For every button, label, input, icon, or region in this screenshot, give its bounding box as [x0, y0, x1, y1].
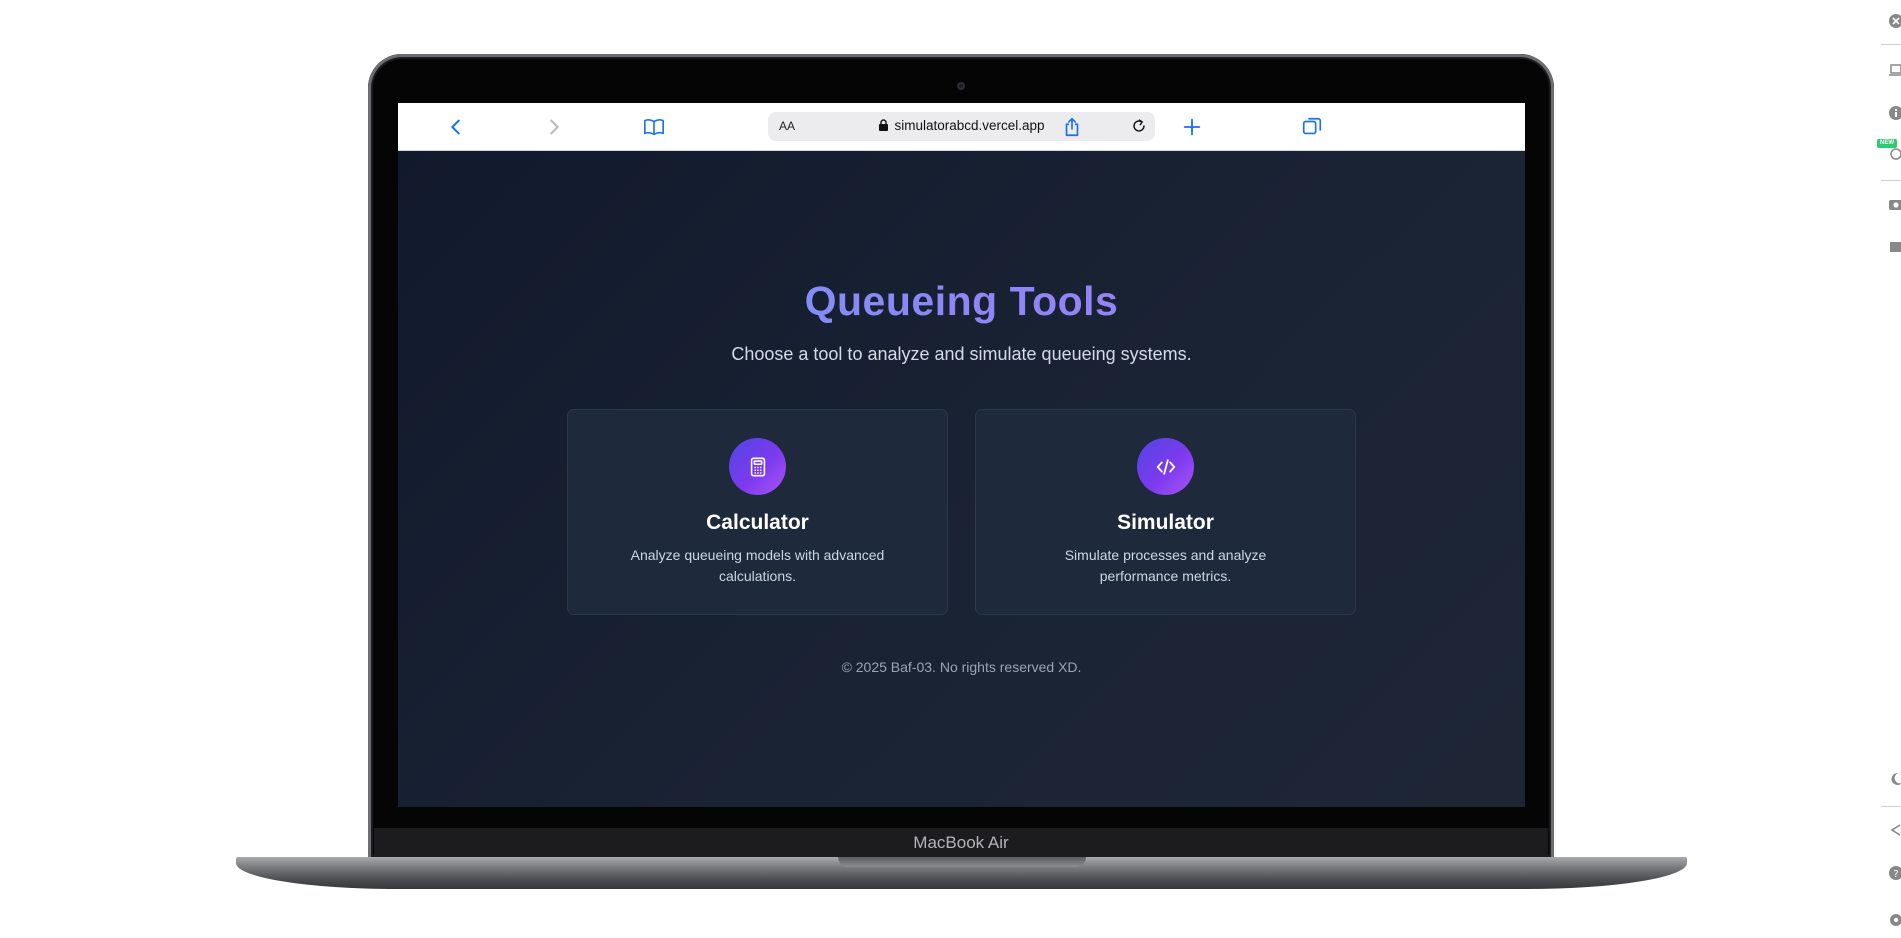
url-text: simulatorabcd.vercel.app: [894, 118, 1045, 133]
card-description: Analyze queueing models with advanced ca…: [630, 547, 885, 584]
new-feature-icon[interactable]: [1888, 146, 1901, 162]
laptop-icon[interactable]: [1888, 62, 1901, 78]
reload-icon[interactable]: [1130, 117, 1148, 135]
new-badge: NEW: [1877, 139, 1897, 148]
browser-toolbar: AA simulatorabcd.vercel.app: [398, 103, 1525, 151]
forward-icon[interactable]: [540, 113, 568, 141]
web-page: Queueing Tools Choose a tool to analyze …: [398, 151, 1525, 807]
url-display[interactable]: simulatorabcd.vercel.app: [768, 118, 1155, 133]
share-icon[interactable]: [1058, 113, 1086, 141]
address-bar[interactable]: AA simulatorabcd.vercel.app: [768, 112, 1155, 141]
laptop-opening-notch: [838, 857, 1086, 867]
svg-text:?: ?: [1893, 869, 1898, 880]
calculator-icon: [729, 438, 786, 495]
toolbar-divider: [1881, 180, 1901, 181]
share-icon[interactable]: [1888, 822, 1901, 838]
settings-icon[interactable]: [1888, 912, 1901, 928]
code-icon: [1137, 438, 1194, 495]
card-title: Calculator: [706, 511, 809, 534]
page-title: Queueing Tools: [398, 278, 1525, 325]
record-icon[interactable]: [1888, 239, 1901, 255]
help-icon[interactable]: ?: [1888, 865, 1901, 881]
page-subtitle: Choose a tool to analyze and simulate qu…: [731, 344, 1192, 364]
laptop-screen: AA simulatorabcd.vercel.app Queueing Too…: [398, 103, 1525, 807]
camera-icon[interactable]: [1888, 196, 1901, 212]
footer-copyright: © 2025 Baf-03. No rights reserved XD.: [841, 659, 1082, 675]
close-icon[interactable]: [1888, 13, 1901, 29]
bookmarks-icon[interactable]: [640, 113, 668, 141]
back-icon[interactable]: [442, 113, 470, 141]
toolbar-divider: [1881, 44, 1901, 45]
laptop-chin: MacBook Air: [374, 828, 1548, 858]
new-tab-icon[interactable]: [1178, 113, 1206, 141]
simulator-card[interactable]: Simulator Simulate processes and analyze…: [975, 409, 1356, 615]
tabs-overview-icon[interactable]: [1298, 113, 1326, 141]
moon-icon[interactable]: [1888, 771, 1901, 787]
toolbar-divider: [1881, 806, 1901, 807]
info-icon[interactable]: [1888, 105, 1901, 121]
webcam: [957, 82, 965, 90]
lock-icon: [879, 119, 889, 131]
card-title: Simulator: [1117, 511, 1214, 534]
calculator-card[interactable]: Calculator Analyze queueing models with …: [567, 409, 948, 615]
model-label: MacBook Air: [913, 833, 1009, 852]
card-description: Simulate processes and analyze performan…: [1064, 547, 1267, 584]
